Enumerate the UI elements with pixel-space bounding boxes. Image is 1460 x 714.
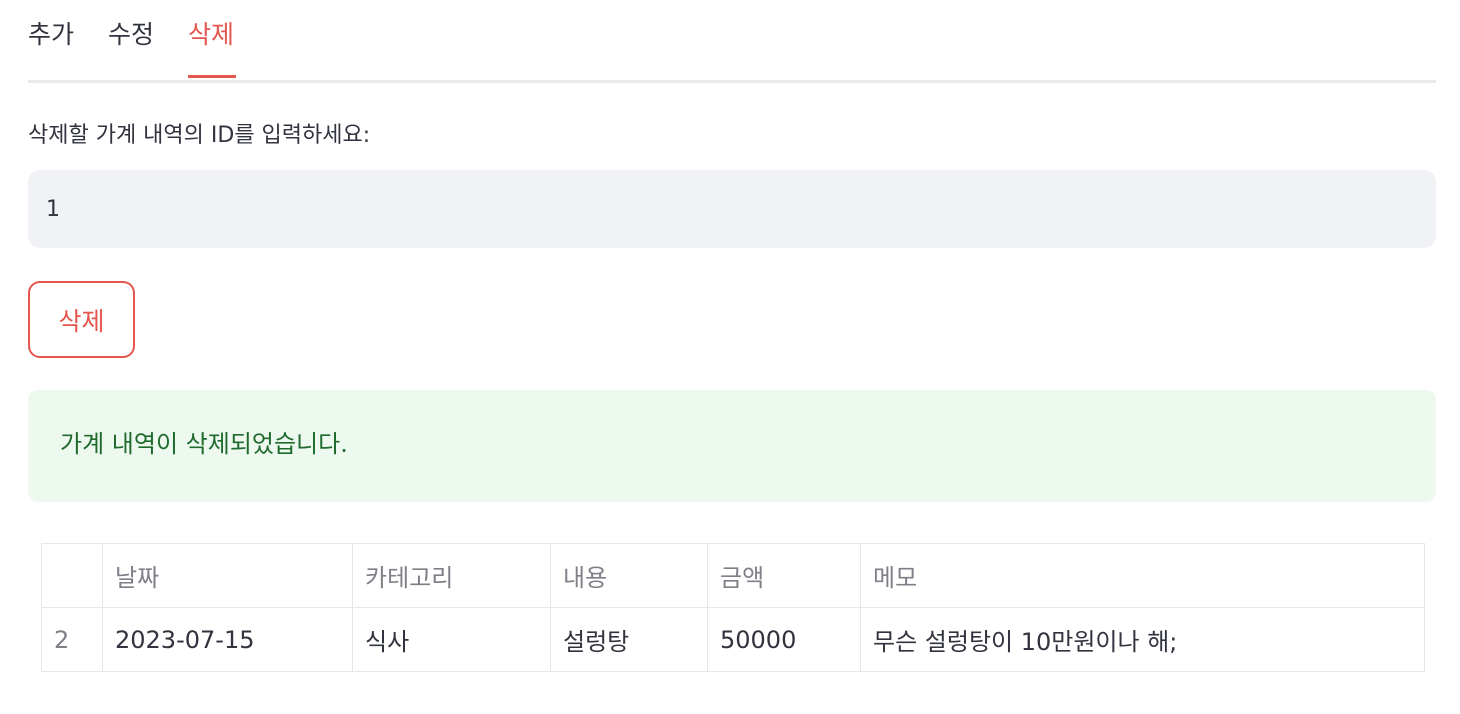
tab-edit[interactable]: 수정 — [108, 18, 154, 52]
memo-cell[interactable]: 무슨 설렁탕이 10만원이나 해; — [860, 607, 1425, 672]
column-header-category[interactable]: 카테고리 — [352, 543, 551, 608]
success-message: 가계 내역이 삭제되었습니다. — [60, 430, 348, 458]
category-cell[interactable]: 식사 — [352, 607, 551, 672]
active-tab-indicator — [188, 75, 236, 78]
tab-bar: 추가 수정 삭제 — [28, 0, 1436, 83]
content-cell[interactable]: 설렁탕 — [550, 607, 708, 672]
column-header-index — [41, 543, 103, 608]
expense-table: 날짜 카테고리 내용 금액 메모 2 2023-07-15 식사 설렁탕 500… — [41, 543, 1425, 672]
delete-button[interactable]: 삭제 — [28, 281, 135, 358]
table-row: 2 2023-07-15 식사 설렁탕 50000 무슨 설렁탕이 10만원이나… — [41, 607, 1425, 672]
row-index-cell: 2 — [41, 607, 103, 672]
page: 추가 수정 삭제 삭제할 가계 내역의 ID를 입력하세요: 삭제 가계 내역이… — [0, 0, 1460, 714]
column-header-amount[interactable]: 금액 — [707, 543, 861, 608]
column-header-content[interactable]: 내용 — [550, 543, 708, 608]
tab-delete[interactable]: 삭제 — [188, 18, 234, 52]
id-input-label: 삭제할 가계 내역의 ID를 입력하세요: — [28, 123, 371, 148]
table-header-row: 날짜 카테고리 내용 금액 메모 — [41, 543, 1425, 608]
id-input[interactable] — [28, 170, 1436, 248]
date-cell[interactable]: 2023-07-15 — [102, 607, 353, 672]
amount-cell[interactable]: 50000 — [707, 607, 861, 672]
column-header-memo[interactable]: 메모 — [860, 543, 1425, 608]
column-header-date[interactable]: 날짜 — [102, 543, 353, 608]
success-alert: 가계 내역이 삭제되었습니다. — [28, 390, 1436, 502]
tab-add[interactable]: 추가 — [28, 18, 74, 52]
